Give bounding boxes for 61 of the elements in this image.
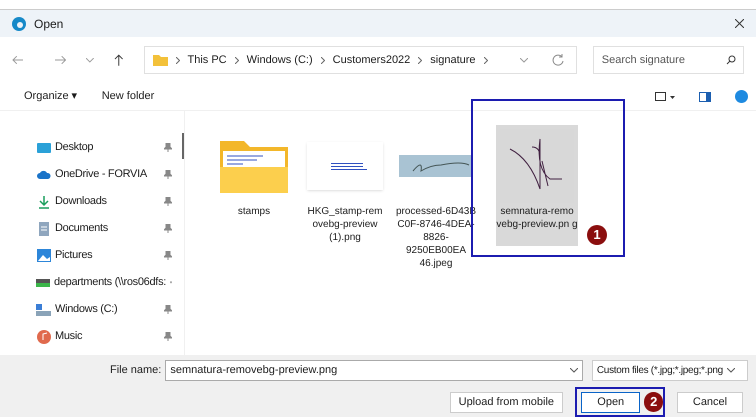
address-bar[interactable]: This PC Windows (C:) Customers2022 signature (144, 46, 577, 74)
step-number-badge: 1 (587, 225, 607, 245)
sidebar-item[interactable]: OneDrive - FORVIA (36, 166, 172, 183)
download-icon (36, 194, 50, 208)
sidebar-item[interactable]: Desktop (36, 139, 172, 156)
view-icon[interactable] (655, 92, 675, 102)
pin-icon[interactable] (164, 197, 172, 206)
sidebar-item[interactable]: Windows (C:) (36, 301, 172, 318)
document-icon (38, 222, 50, 236)
picture-icon (36, 249, 50, 262)
search-field[interactable]: Search signature (592, 46, 744, 74)
breadcrumb-item[interactable]: This PC (188, 52, 227, 68)
file-item[interactable]: HKG_stamp-rem ovebg-preview (1).png (304, 125, 386, 248)
pin-icon[interactable] (164, 305, 172, 314)
up-arrow-icon[interactable] (114, 54, 124, 66)
sidebar-item[interactable]: Pictures (36, 247, 172, 264)
open-button[interactable]: Open (581, 392, 640, 412)
browser-logo-icon (12, 16, 26, 30)
file-item[interactable]: semnatura-remo vebg-preview.pn g (496, 125, 578, 246)
help-icon[interactable] (735, 90, 748, 103)
file-name-label: File name: (110, 363, 162, 378)
chevron-right-icon (234, 56, 239, 64)
cloud-icon (36, 170, 50, 180)
upload-from-mobile-button[interactable]: Upload from mobile (450, 392, 563, 412)
refresh-icon[interactable] (552, 54, 564, 66)
back-arrow-icon[interactable] (12, 55, 24, 65)
network-drive-icon (36, 278, 50, 286)
window-title: Open (34, 16, 64, 32)
music-icon (36, 330, 50, 344)
sidebar-item[interactable]: departments (\\ros06dfs: (36, 274, 172, 291)
sidebar-item[interactable]: Music (36, 328, 172, 345)
breadcrumb-item[interactable]: Customers2022 (332, 52, 410, 68)
chevron-right-icon (176, 56, 180, 64)
pin-icon[interactable] (164, 251, 172, 260)
pin-icon[interactable] (164, 170, 172, 179)
pin-icon[interactable] (164, 224, 172, 233)
desktop-icon (36, 142, 50, 154)
chevron-right-icon (320, 56, 325, 64)
cancel-button[interactable]: Cancel (677, 392, 743, 412)
folder-icon (152, 54, 168, 66)
file-type-dropdown[interactable]: Custom files (*.jpg;*.jpeg;*.png (592, 360, 748, 381)
forward-arrow-icon[interactable] (54, 55, 66, 65)
chevron-right-icon (418, 56, 422, 64)
pin-icon[interactable] (164, 332, 172, 341)
preview-pane-icon[interactable] (699, 92, 711, 102)
breadcrumb-item[interactable]: Windows (C:) (246, 52, 313, 68)
sidebar-item[interactable]: Downloads (36, 193, 172, 210)
drive-icon (36, 304, 51, 316)
chevron-right-icon (484, 56, 488, 64)
chevron-down-icon[interactable] (726, 368, 735, 373)
file-name-field[interactable]: semnatura-removebg-preview.png (165, 360, 583, 381)
new-folder-button[interactable]: New folder (102, 88, 154, 105)
close-icon[interactable] (735, 19, 744, 28)
pin-icon[interactable] (164, 143, 172, 152)
organize-button[interactable]: Organize ▾ (24, 88, 78, 105)
file-item[interactable]: stamps (213, 125, 295, 222)
chevron-down-icon[interactable] (570, 368, 578, 373)
step-number-badge: 2 (644, 392, 663, 412)
breadcrumb-item[interactable]: signature (430, 52, 476, 68)
search-icon (726, 55, 736, 65)
sidebar-item[interactable]: Documents (36, 220, 172, 237)
